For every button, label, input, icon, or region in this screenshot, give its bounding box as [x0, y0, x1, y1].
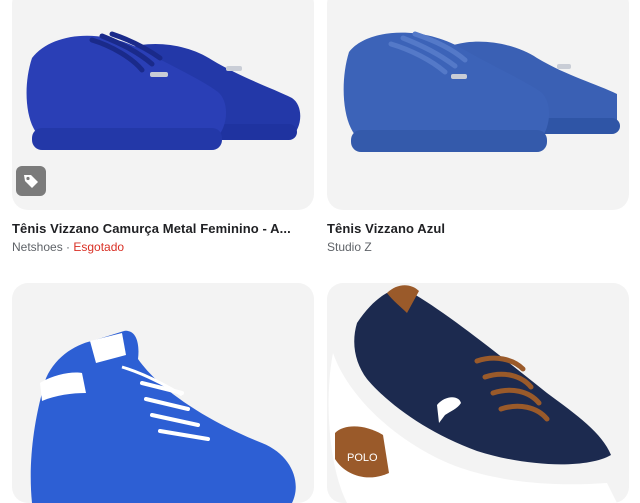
product-meta-1: Netshoes · Esgotado — [12, 240, 124, 254]
navy-canvas-sneakers-image: POLO — [328, 285, 617, 503]
store-name: Studio Z — [327, 240, 372, 254]
store-name: Netshoes — [12, 240, 63, 254]
product-title-2[interactable]: Tênis Vizzano Azul — [327, 221, 627, 236]
blue-suede-sneakers-image — [26, 31, 301, 150]
polo-logo-text: POLO — [347, 452, 378, 464]
stock-status: Esgotado — [73, 240, 125, 254]
product-meta-2: Studio Z — [327, 240, 372, 254]
product-image-2[interactable] — [327, 0, 629, 210]
product-image-4[interactable]: POLO — [327, 283, 629, 503]
product-title-1[interactable]: Tênis Vizzano Camurça Metal Feminino - A… — [12, 221, 312, 236]
blue-leather-sneakers-image — [343, 31, 620, 152]
product-image-3[interactable] — [12, 283, 314, 503]
tag-icon — [16, 166, 46, 196]
product-image-1[interactable] — [12, 0, 314, 210]
meta-separator: · — [62, 240, 74, 254]
blue-high-top-sneaker-image — [30, 330, 296, 503]
